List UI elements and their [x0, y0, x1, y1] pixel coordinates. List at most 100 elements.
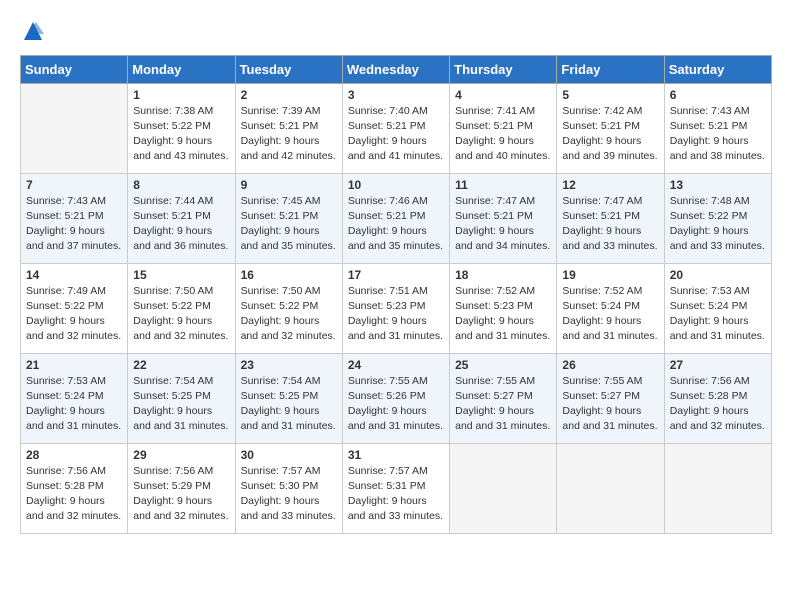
sunset-text: Sunset: 5:29 PM [133, 479, 229, 494]
sunset-text: Sunset: 5:22 PM [241, 299, 337, 314]
calendar-cell: 5Sunrise: 7:42 AMSunset: 5:21 PMDaylight… [557, 83, 664, 173]
calendar-cell [557, 443, 664, 533]
day-number: 20 [670, 268, 766, 282]
day-number: 9 [241, 178, 337, 192]
daylight-text-cont: and and 31 minutes. [348, 329, 444, 344]
daylight-text-cont: and and 31 minutes. [348, 419, 444, 434]
sunset-text: Sunset: 5:23 PM [348, 299, 444, 314]
sunrise-text: Sunrise: 7:47 AM [455, 194, 551, 209]
daylight-text: Daylight: 9 hours [133, 134, 229, 149]
daylight-text: Daylight: 9 hours [455, 314, 551, 329]
sunrise-text: Sunrise: 7:47 AM [562, 194, 658, 209]
sunrise-text: Sunrise: 7:53 AM [670, 284, 766, 299]
daylight-text-cont: and and 32 minutes. [133, 509, 229, 524]
sunrise-text: Sunrise: 7:54 AM [241, 374, 337, 389]
daylight-text: Daylight: 9 hours [133, 494, 229, 509]
calendar-header-row: SundayMondayTuesdayWednesdayThursdayFrid… [21, 55, 772, 83]
daylight-text-cont: and and 33 minutes. [241, 509, 337, 524]
logo [20, 20, 44, 47]
sunrise-text: Sunrise: 7:57 AM [241, 464, 337, 479]
day-number: 23 [241, 358, 337, 372]
daylight-text: Daylight: 9 hours [348, 224, 444, 239]
sunset-text: Sunset: 5:25 PM [133, 389, 229, 404]
sunrise-text: Sunrise: 7:51 AM [348, 284, 444, 299]
daylight-text: Daylight: 9 hours [26, 224, 122, 239]
page-header [20, 16, 772, 47]
daylight-text: Daylight: 9 hours [133, 404, 229, 419]
daylight-text-cont: and and 31 minutes. [670, 329, 766, 344]
sunrise-text: Sunrise: 7:52 AM [455, 284, 551, 299]
sunset-text: Sunset: 5:28 PM [670, 389, 766, 404]
daylight-text: Daylight: 9 hours [562, 134, 658, 149]
calendar-cell: 18Sunrise: 7:52 AMSunset: 5:23 PMDayligh… [450, 263, 557, 353]
day-number: 28 [26, 448, 122, 462]
calendar-cell: 27Sunrise: 7:56 AMSunset: 5:28 PMDayligh… [664, 353, 771, 443]
daylight-text: Daylight: 9 hours [348, 494, 444, 509]
sunset-text: Sunset: 5:27 PM [455, 389, 551, 404]
sunrise-text: Sunrise: 7:50 AM [241, 284, 337, 299]
calendar-cell: 28Sunrise: 7:56 AMSunset: 5:28 PMDayligh… [21, 443, 128, 533]
sunrise-text: Sunrise: 7:43 AM [670, 104, 766, 119]
sunset-text: Sunset: 5:22 PM [670, 209, 766, 224]
calendar-cell: 7Sunrise: 7:43 AMSunset: 5:21 PMDaylight… [21, 173, 128, 263]
daylight-text-cont: and and 33 minutes. [562, 239, 658, 254]
sunset-text: Sunset: 5:21 PM [241, 209, 337, 224]
week-row-2: 14Sunrise: 7:49 AMSunset: 5:22 PMDayligh… [21, 263, 772, 353]
daylight-text: Daylight: 9 hours [26, 404, 122, 419]
day-number: 10 [348, 178, 444, 192]
day-number: 26 [562, 358, 658, 372]
calendar-cell: 20Sunrise: 7:53 AMSunset: 5:24 PMDayligh… [664, 263, 771, 353]
daylight-text: Daylight: 9 hours [26, 494, 122, 509]
day-number: 31 [348, 448, 444, 462]
calendar-cell: 1Sunrise: 7:38 AMSunset: 5:22 PMDaylight… [128, 83, 235, 173]
day-number: 21 [26, 358, 122, 372]
calendar-cell: 13Sunrise: 7:48 AMSunset: 5:22 PMDayligh… [664, 173, 771, 263]
sunset-text: Sunset: 5:26 PM [348, 389, 444, 404]
sunrise-text: Sunrise: 7:56 AM [133, 464, 229, 479]
calendar-cell: 16Sunrise: 7:50 AMSunset: 5:22 PMDayligh… [235, 263, 342, 353]
day-number: 4 [455, 88, 551, 102]
day-number: 7 [26, 178, 122, 192]
calendar-cell: 6Sunrise: 7:43 AMSunset: 5:21 PMDaylight… [664, 83, 771, 173]
day-number: 22 [133, 358, 229, 372]
day-number: 24 [348, 358, 444, 372]
daylight-text: Daylight: 9 hours [455, 404, 551, 419]
sunrise-text: Sunrise: 7:50 AM [133, 284, 229, 299]
sunset-text: Sunset: 5:25 PM [241, 389, 337, 404]
sunrise-text: Sunrise: 7:38 AM [133, 104, 229, 119]
calendar-cell [664, 443, 771, 533]
day-number: 18 [455, 268, 551, 282]
sunrise-text: Sunrise: 7:56 AM [670, 374, 766, 389]
sunrise-text: Sunrise: 7:42 AM [562, 104, 658, 119]
daylight-text-cont: and and 31 minutes. [455, 329, 551, 344]
day-number: 2 [241, 88, 337, 102]
sunrise-text: Sunrise: 7:52 AM [562, 284, 658, 299]
daylight-text: Daylight: 9 hours [348, 314, 444, 329]
daylight-text: Daylight: 9 hours [455, 134, 551, 149]
calendar-cell: 23Sunrise: 7:54 AMSunset: 5:25 PMDayligh… [235, 353, 342, 443]
daylight-text: Daylight: 9 hours [241, 134, 337, 149]
sunrise-text: Sunrise: 7:48 AM [670, 194, 766, 209]
sunset-text: Sunset: 5:24 PM [670, 299, 766, 314]
daylight-text-cont: and and 31 minutes. [241, 419, 337, 434]
daylight-text: Daylight: 9 hours [455, 224, 551, 239]
logo-icon [22, 20, 44, 42]
header-wednesday: Wednesday [342, 55, 449, 83]
header-thursday: Thursday [450, 55, 557, 83]
day-number: 14 [26, 268, 122, 282]
sunrise-text: Sunrise: 7:44 AM [133, 194, 229, 209]
daylight-text: Daylight: 9 hours [26, 314, 122, 329]
daylight-text-cont: and and 33 minutes. [670, 239, 766, 254]
sunset-text: Sunset: 5:27 PM [562, 389, 658, 404]
daylight-text: Daylight: 9 hours [133, 224, 229, 239]
daylight-text-cont: and and 32 minutes. [26, 509, 122, 524]
day-number: 13 [670, 178, 766, 192]
calendar-cell: 4Sunrise: 7:41 AMSunset: 5:21 PMDaylight… [450, 83, 557, 173]
day-number: 19 [562, 268, 658, 282]
day-number: 5 [562, 88, 658, 102]
calendar-cell: 2Sunrise: 7:39 AMSunset: 5:21 PMDaylight… [235, 83, 342, 173]
calendar-body: 1Sunrise: 7:38 AMSunset: 5:22 PMDaylight… [21, 83, 772, 533]
daylight-text-cont: and and 32 minutes. [26, 329, 122, 344]
calendar-cell: 3Sunrise: 7:40 AMSunset: 5:21 PMDaylight… [342, 83, 449, 173]
daylight-text-cont: and and 32 minutes. [670, 419, 766, 434]
